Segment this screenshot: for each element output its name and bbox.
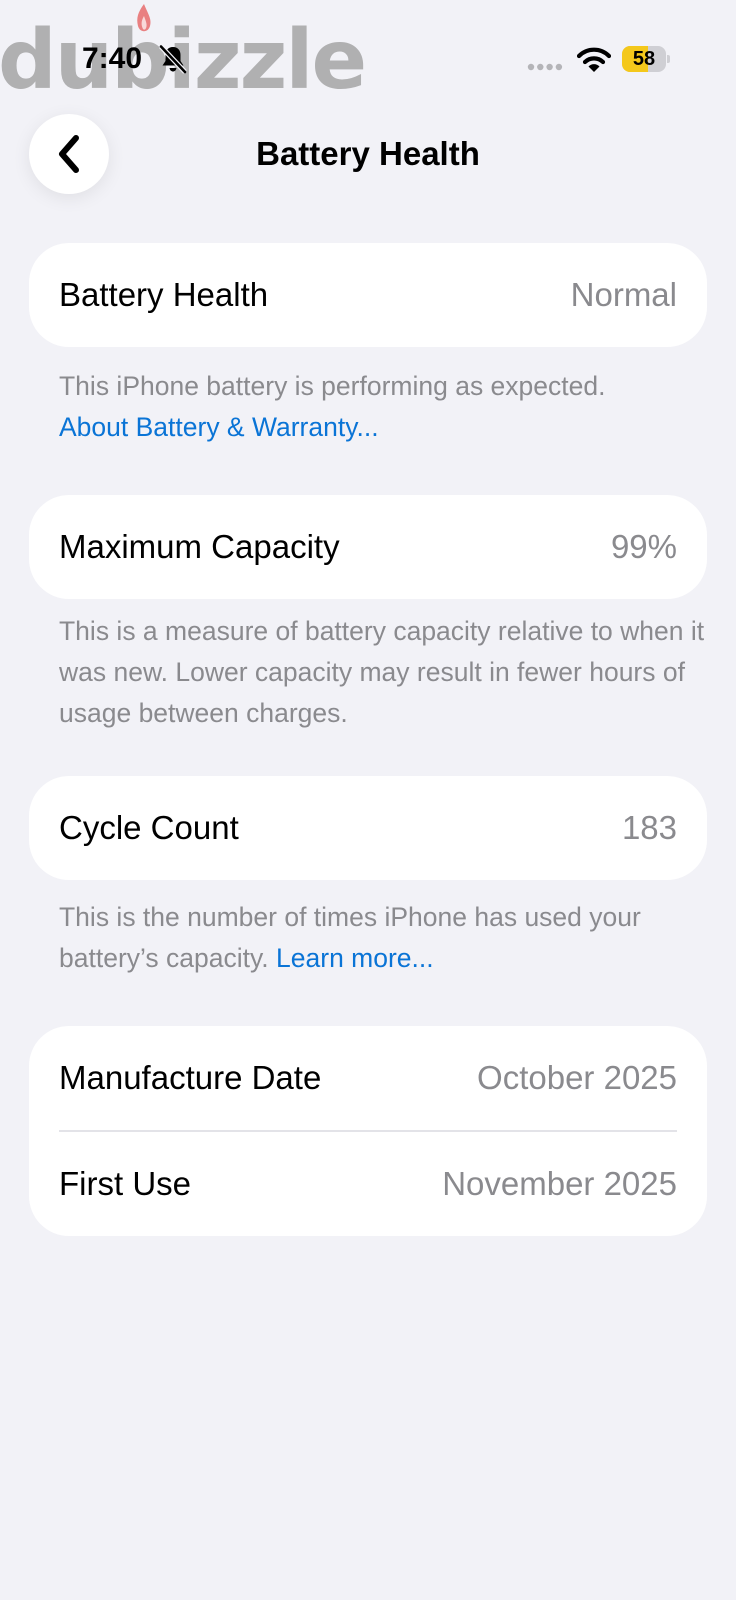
battery-health-card: Battery Health Normal [29,243,707,347]
first-use-row: First Use November 2025 [29,1132,707,1236]
battery-health-value: Normal [570,276,677,313]
page-title: Battery Health [256,135,480,172]
first-use-value: November 2025 [442,1165,677,1202]
cellular-signal-icon [527,63,563,71]
maximum-capacity-value: 99% [610,528,677,565]
battery-icon: 58 [622,46,670,72]
battery-health-label: Battery Health [59,276,269,313]
cycle-count-value: 183 [621,809,677,846]
maximum-capacity-label: Maximum Capacity [59,528,340,565]
battery-health-description: This iPhone battery is performing as exp… [59,371,606,401]
battery-health-row: Battery Health Normal [29,243,707,347]
watermark-flame-icon [137,4,151,32]
battery-health-footnote: This iPhone battery is performing as exp… [59,366,709,448]
cycle-count-footnote: This is the number of times iPhone has u… [59,897,709,979]
maximum-capacity-card: Maximum Capacity 99% [29,495,707,599]
about-battery-warranty-link[interactable]: About Battery & Warranty... [59,412,379,442]
maximum-capacity-row: Maximum Capacity 99% [29,495,707,599]
maximum-capacity-footnote: This is a measure of battery capacity re… [59,616,705,728]
manufacture-date-label: Manufacture Date [59,1059,322,1096]
manufacture-date-value: October 2025 [477,1059,677,1096]
cycle-count-row: Cycle Count 183 [29,776,707,880]
first-use-label: First Use [59,1165,191,1202]
cycle-count-card: Cycle Count 183 [29,776,707,880]
cycle-count-label: Cycle Count [59,809,239,846]
manufacture-date-row: Manufacture Date October 2025 [29,1026,707,1130]
status-bar: dubizzle 7:40 58 [0,0,736,110]
bell-slash-icon [159,44,187,74]
learn-more-link[interactable]: Learn more... [276,943,434,973]
status-time: 7:40 [82,42,143,75]
dates-card: Manufacture Date October 2025 First Use … [29,1026,707,1236]
wifi-icon [577,47,611,72]
battery-level: 58 [632,48,656,70]
